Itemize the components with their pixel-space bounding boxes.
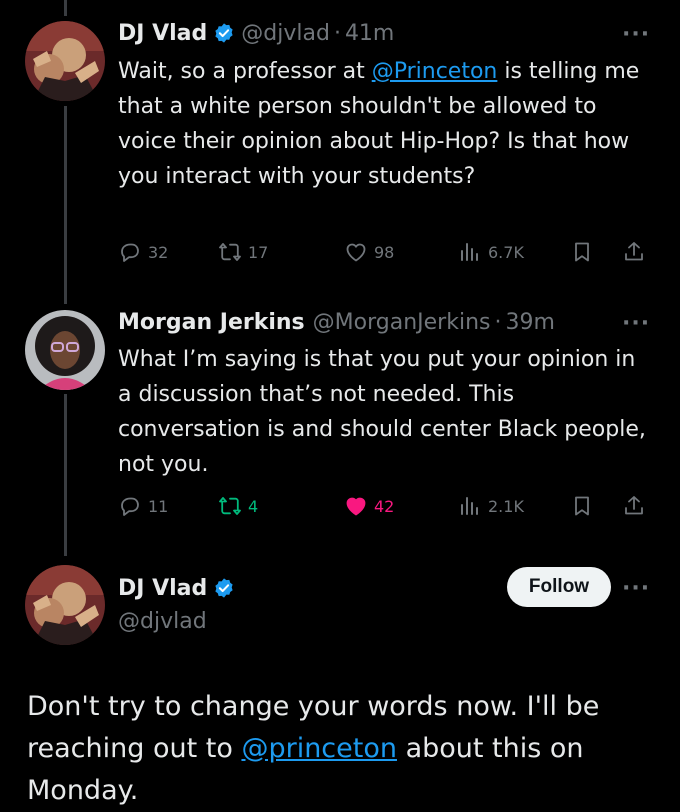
avatar-djvlad-image (25, 21, 105, 101)
tweet-text-part: Wait, so a professor at (118, 59, 372, 84)
more-icon[interactable]: ··· (622, 311, 650, 336)
repost-count: 4 (248, 496, 259, 516)
bookmark-icon (575, 242, 589, 262)
like-button[interactable]: 98 (344, 240, 394, 264)
bookmark-button[interactable] (570, 494, 600, 518)
like-button[interactable]: 42 (344, 494, 394, 518)
timestamp[interactable]: 41m (345, 21, 394, 46)
views-icon (461, 497, 478, 515)
reply-icon (121, 497, 139, 516)
separator-dot: · (494, 309, 502, 335)
thread-line-top (64, 0, 67, 16)
avatar-djvlad[interactable] (25, 21, 105, 101)
reply-button[interactable]: 11 (118, 494, 168, 518)
reply-button[interactable]: 32 (118, 240, 168, 264)
separator-dot: · (333, 20, 341, 46)
like-icon (346, 497, 366, 516)
mention-link[interactable]: @Princeton (372, 59, 498, 84)
share-button[interactable] (622, 494, 652, 518)
tweet-3-handle-row: @djvlad (118, 606, 207, 636)
views-button[interactable]: 6.7K (458, 240, 524, 264)
tweet-1-text: Wait, so a professor at @Princeton is te… (118, 54, 648, 194)
share-icon (625, 496, 643, 515)
like-icon (346, 243, 366, 262)
verified-badge-icon (215, 23, 233, 43)
repost-count: 17 (248, 242, 269, 262)
timestamp[interactable]: 39m (505, 310, 554, 335)
repost-button[interactable]: 4 (218, 494, 258, 518)
verified-badge-icon (215, 578, 233, 598)
share-icon (625, 242, 643, 261)
repost-icon (219, 243, 241, 261)
tweet-3-text: Don't try to change your words now. I'll… (27, 686, 667, 812)
reply-count: 11 (148, 496, 169, 516)
avatar-djvlad[interactable] (25, 565, 105, 645)
author-name[interactable]: Morgan Jerkins (118, 310, 305, 335)
views-icon (461, 243, 478, 261)
tweet-1-actions: 32 17 98 6.7K (118, 240, 648, 270)
follow-button[interactable]: Follow (507, 567, 611, 607)
mention-link[interactable]: @princeton (241, 733, 397, 764)
author-handle[interactable]: @MorganJerkins (313, 310, 491, 335)
author-name[interactable]: DJ Vlad (118, 576, 207, 601)
more-icon[interactable]: ··· (622, 576, 650, 601)
like-count: 42 (374, 496, 395, 516)
more-icon[interactable]: ··· (622, 22, 650, 47)
repost-button[interactable]: 17 (218, 240, 268, 264)
tweet-2-actions: 11 4 42 2.1K (118, 494, 648, 524)
share-button[interactable] (622, 240, 652, 264)
author-name[interactable]: DJ Vlad (118, 21, 207, 46)
views-button[interactable]: 2.1K (458, 494, 524, 518)
like-count: 98 (374, 242, 395, 262)
tweet-2-header: Morgan Jerkins @MorganJerkins · 39m (118, 307, 555, 337)
views-count: 6.7K (488, 242, 524, 262)
avatar-djvlad-image (25, 565, 105, 645)
reply-count: 32 (148, 242, 169, 262)
bookmark-button[interactable] (570, 240, 600, 264)
tweet-3-header: DJ Vlad (118, 573, 241, 603)
author-handle[interactable]: @djvlad (241, 21, 330, 46)
repost-icon (219, 497, 241, 515)
tweet-2-text: What I’m saying is that you put your opi… (118, 347, 646, 477)
avatar-morganjerkins-image (25, 310, 105, 390)
author-handle[interactable]: @djvlad (118, 609, 207, 634)
views-count: 2.1K (488, 496, 524, 516)
bookmark-icon (575, 496, 589, 516)
thread-line-2 (64, 394, 67, 556)
reply-icon (121, 243, 139, 262)
tweet-1-header: DJ Vlad @djvlad · 41m (118, 18, 394, 48)
avatar-morganjerkins[interactable] (25, 310, 105, 390)
thread-line-1 (64, 106, 67, 304)
